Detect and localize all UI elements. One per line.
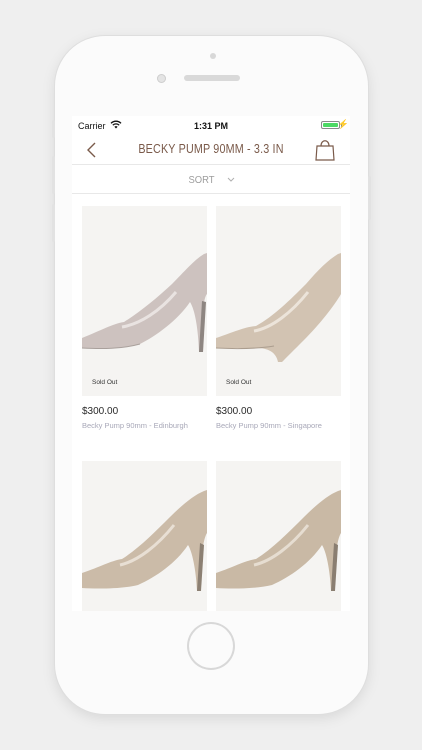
- status-bar: Carrier 1:31 PM ⚡: [72, 116, 350, 136]
- shoe-illustration: [82, 253, 207, 352]
- charging-bolt-icon: ⚡: [337, 119, 349, 129]
- volume-up-button: [52, 156, 55, 194]
- product-image: [82, 461, 207, 611]
- navigation-bar: BECKY PUMP 90MM - 3.3 IN: [72, 136, 350, 164]
- home-button[interactable]: [187, 622, 235, 670]
- front-camera: [210, 53, 216, 59]
- mute-switch: [52, 120, 55, 138]
- shoe-illustration: [82, 490, 207, 591]
- sort-button[interactable]: SORT: [72, 164, 350, 194]
- product-price: $300.00: [82, 406, 119, 417]
- power-button: [368, 176, 371, 220]
- product-image: Sold Out: [82, 206, 207, 396]
- shoe-illustration: [216, 253, 341, 362]
- shoe-illustration: [216, 490, 341, 591]
- proximity-sensor: [157, 74, 166, 83]
- app-screen: Carrier 1:31 PM ⚡ BECKY PUMP 90MM - 3.3 …: [72, 116, 350, 611]
- chevron-down-icon: [227, 177, 235, 182]
- product-name[interactable]: Becky Pump 90mm - Singapore: [216, 421, 341, 430]
- sold-out-badge: Sold Out: [226, 379, 252, 386]
- product-card[interactable]: [216, 461, 341, 611]
- page-title: BECKY PUMP 90MM - 3.3 IN: [138, 142, 284, 156]
- product-card[interactable]: Sold Out $300.00 Becky Pump 90mm - Edinb…: [82, 206, 207, 430]
- shopping-bag-icon[interactable]: [314, 137, 336, 161]
- earpiece-speaker: [184, 75, 240, 81]
- clock: 1:31 PM: [193, 121, 228, 131]
- product-name[interactable]: Becky Pump 90mm - Edinburgh: [82, 421, 207, 430]
- product-image: Sold Out: [216, 206, 341, 396]
- battery-level: [323, 123, 338, 127]
- product-image: [216, 461, 341, 611]
- product-price: $300.00: [216, 406, 253, 417]
- product-card[interactable]: [82, 461, 207, 611]
- volume-down-button: [52, 204, 55, 242]
- sort-label: SORT: [188, 174, 215, 186]
- sold-out-badge: Sold Out: [92, 379, 118, 386]
- product-card[interactable]: Sold Out $300.00 Becky Pump 90mm - Singa…: [216, 206, 341, 430]
